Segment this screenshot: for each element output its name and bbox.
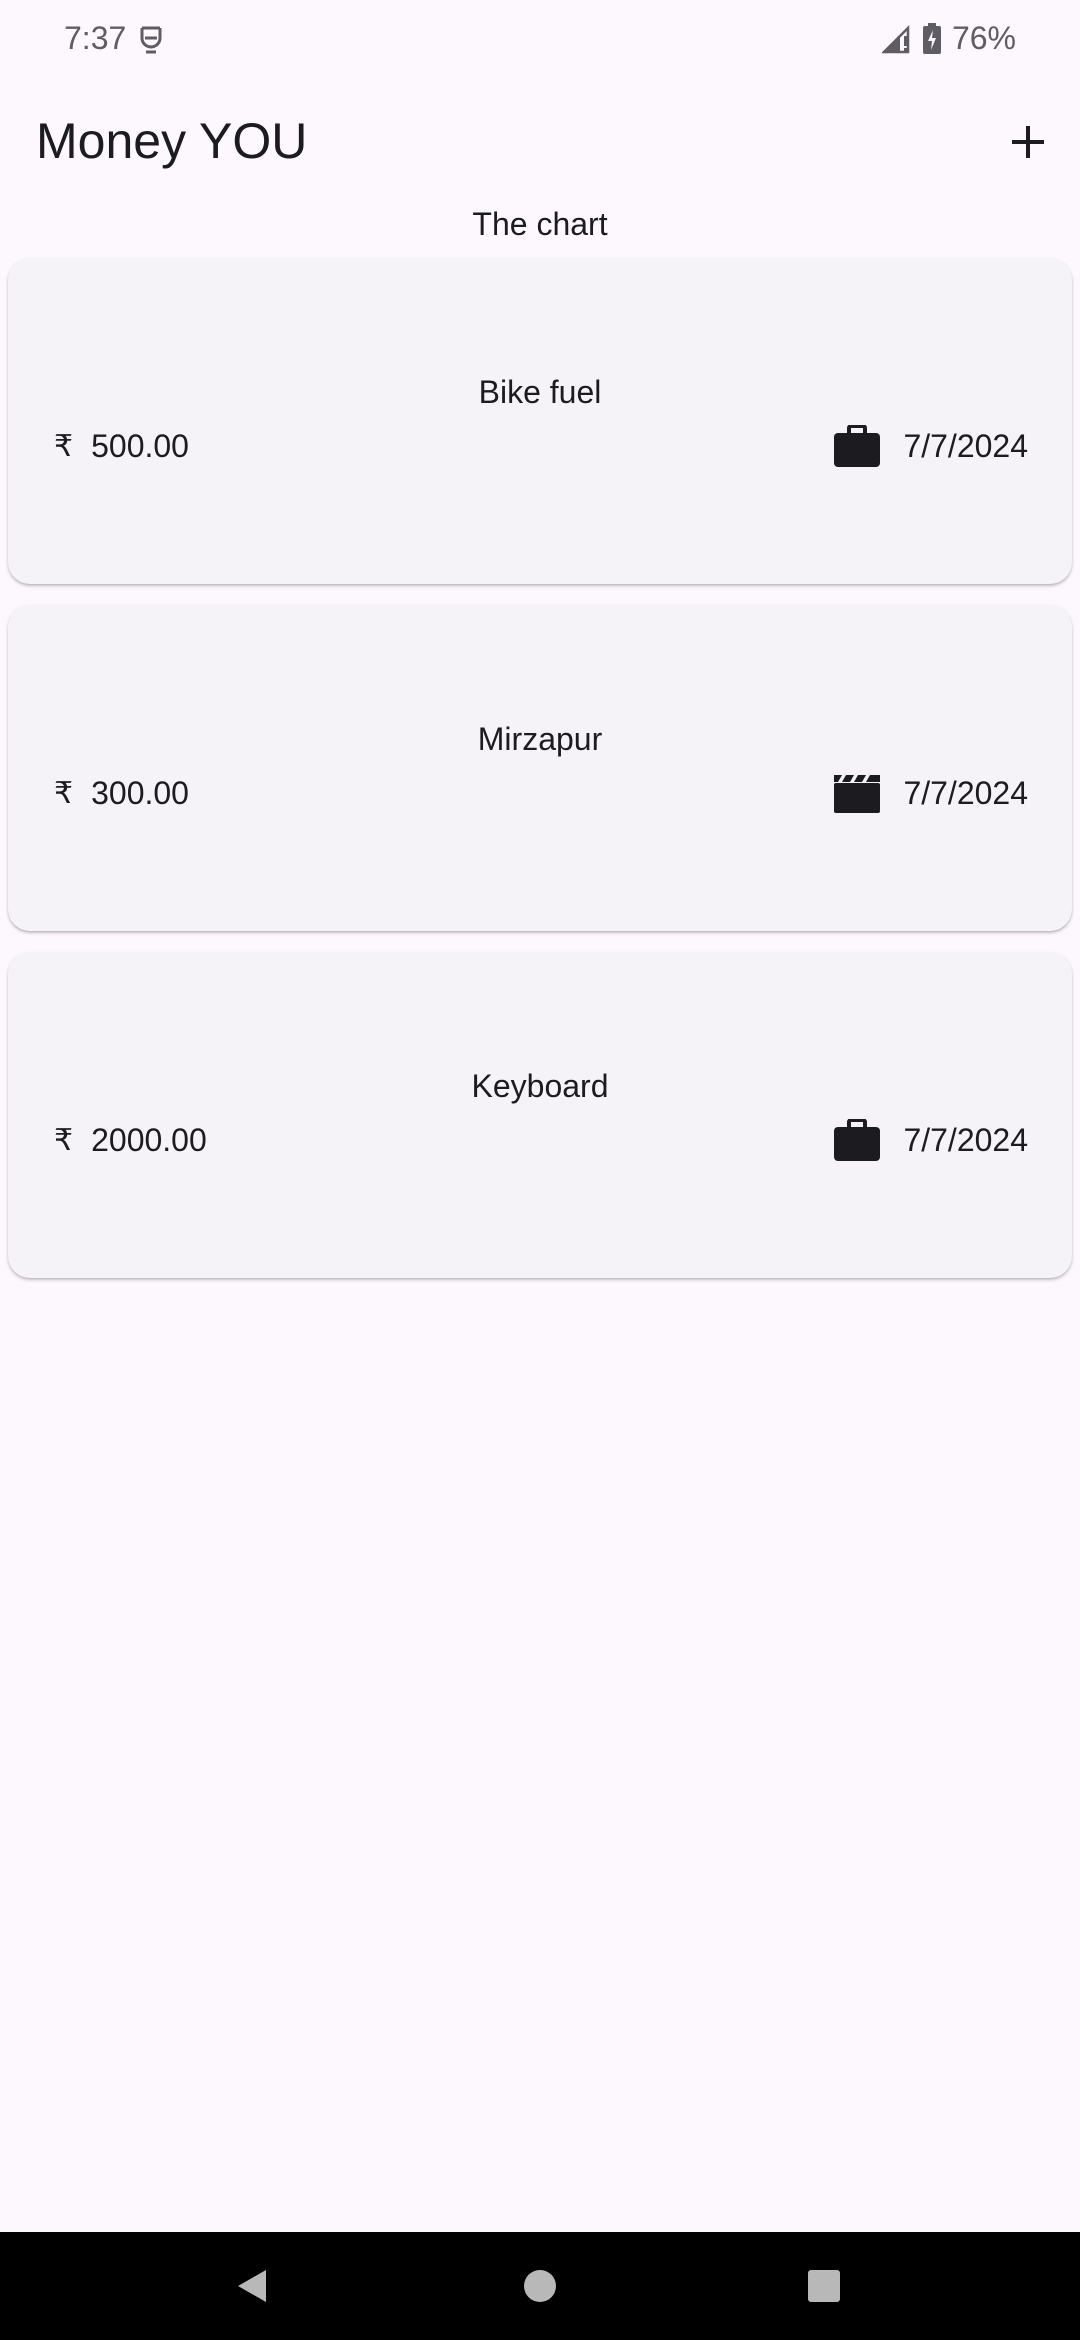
expense-meta: 7/7/2024 bbox=[833, 422, 1028, 470]
expense-amount: ₹ 2000.00 bbox=[54, 1122, 207, 1159]
status-time: 7:37 bbox=[64, 20, 127, 56]
briefcase-icon bbox=[833, 422, 881, 470]
expense-title: Keyboard bbox=[471, 1068, 609, 1104]
battery-charging-icon bbox=[922, 22, 942, 55]
amount-value: 500.00 bbox=[91, 428, 189, 464]
expense-date: 7/7/2024 bbox=[903, 774, 1028, 811]
system-navigation-bar bbox=[0, 2232, 1080, 2340]
notification-app-icon bbox=[136, 22, 166, 58]
add-expense-button[interactable] bbox=[992, 106, 1064, 178]
movie-clapper-icon bbox=[833, 769, 881, 817]
nav-back-button[interactable] bbox=[228, 2262, 276, 2310]
nav-home-button[interactable] bbox=[516, 2262, 564, 2310]
currency-symbol: ₹ bbox=[54, 777, 74, 810]
expense-card[interactable]: Keyboard ₹ 2000.00 7/7/2024 bbox=[8, 952, 1072, 1278]
battery-percentage: 76% bbox=[951, 20, 1016, 56]
expense-amount: ₹ 300.00 bbox=[54, 775, 189, 812]
chart-label: The chart bbox=[472, 206, 608, 242]
expense-title: Mirzapur bbox=[477, 721, 603, 757]
expense-title: Bike fuel bbox=[478, 374, 602, 410]
currency-symbol: ₹ bbox=[54, 1124, 74, 1157]
signal-no-data-icon bbox=[881, 24, 912, 54]
expense-card[interactable]: Mirzapur ₹ 300.00 7/7/2024 bbox=[8, 605, 1072, 931]
amount-value: 300.00 bbox=[91, 775, 189, 811]
currency-symbol: ₹ bbox=[54, 430, 74, 463]
app-screen: 7:37 76% Money YOU The chart Bike fuel ₹… bbox=[0, 0, 1080, 2340]
app-bar: Money YOU bbox=[0, 100, 1080, 184]
briefcase-icon bbox=[833, 1116, 881, 1164]
expense-card[interactable]: Bike fuel ₹ 500.00 7/7/2024 bbox=[8, 258, 1072, 584]
plus-icon bbox=[1012, 126, 1044, 158]
app-title: Money YOU bbox=[36, 113, 308, 169]
expense-meta: 7/7/2024 bbox=[833, 1116, 1028, 1164]
expense-amount: ₹ 500.00 bbox=[54, 428, 189, 465]
back-triangle-icon bbox=[238, 2270, 266, 2302]
expense-meta: 7/7/2024 bbox=[833, 769, 1028, 817]
amount-value: 2000.00 bbox=[91, 1122, 207, 1158]
expense-date: 7/7/2024 bbox=[903, 427, 1028, 464]
nav-recents-button[interactable] bbox=[800, 2262, 848, 2310]
status-indicators: 76% bbox=[881, 20, 1016, 57]
expense-date: 7/7/2024 bbox=[903, 1121, 1028, 1158]
expense-list: Bike fuel ₹ 500.00 7/7/2024 Mirzapur ₹ 3… bbox=[8, 258, 1072, 1299]
home-circle-icon bbox=[524, 2270, 556, 2302]
status-bar: 7:37 76% bbox=[0, 0, 1080, 80]
recents-square-icon bbox=[808, 2270, 840, 2302]
